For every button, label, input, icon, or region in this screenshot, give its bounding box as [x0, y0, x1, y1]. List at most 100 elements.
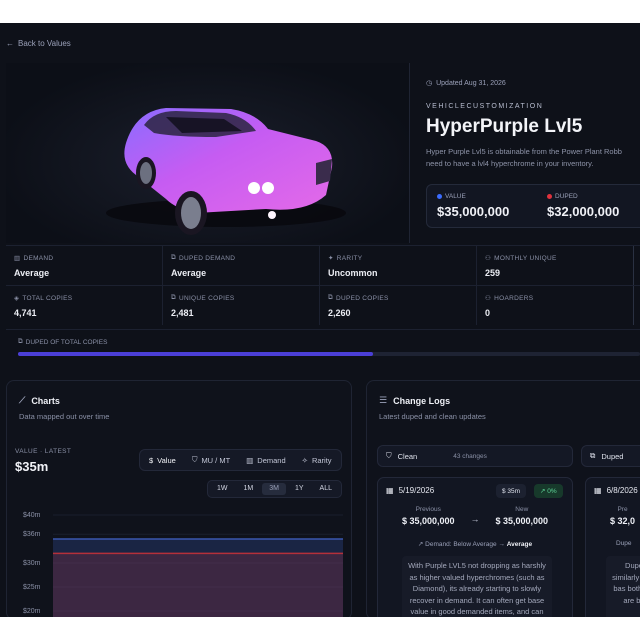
- bar-chart-icon: ▥: [246, 455, 254, 465]
- changelog-title-label: Change Logs: [393, 395, 451, 406]
- stats-row: ◈ TOTAL COPIES 4,741 ⧉ UNIQUE COPIES 2,481…: [6, 285, 640, 325]
- changelog-tabs: ⛉ Clean 43 changes ⧉ Duped: [377, 445, 640, 467]
- previous-label: Previous: [415, 506, 441, 513]
- metric-selector: $ Value ⛉ MU / MT ▥ Demand ✧ Rarity: [139, 449, 342, 471]
- stat-label: DEMAND: [23, 254, 54, 262]
- demand-change: ↗ Demand: Below Average → Average: [378, 540, 572, 548]
- back-link[interactable]: ← Back to Values: [6, 39, 71, 48]
- previous-value: Pre $ 32,0: [610, 506, 635, 526]
- charts-panel: ⟋ Charts Data mapped out over time VALUE…: [6, 380, 352, 617]
- progress-bar-fill: [18, 352, 373, 356]
- changelog-title: ☰ Change Logs: [379, 395, 450, 406]
- progress-bar: [18, 352, 640, 356]
- value-comparison: Pre $ 32,0: [586, 506, 640, 526]
- range-all-button[interactable]: ALL: [313, 483, 339, 495]
- duped-progress: ⧉ DUPED OF TOTAL COPIES: [6, 329, 640, 369]
- arrow-right-icon: →: [470, 514, 480, 524]
- stat-value: 0: [485, 308, 491, 318]
- value-block: VALUE $35,000,000: [437, 193, 509, 219]
- stat-duped-demand: ⧉ DUPED DEMAND Average: [163, 246, 320, 285]
- card-date: ▦ 5/19/2026: [386, 486, 434, 495]
- item-info: ◷ Updated Aug 31, 2026 VEHICLECUSTOMIZAT…: [426, 63, 640, 228]
- stat-label: MONTHLY UNIQUE: [494, 254, 557, 262]
- metric-value-button[interactable]: $ Value: [142, 452, 183, 468]
- y-tick-label: $36m: [23, 531, 41, 538]
- metric-label: Demand: [257, 455, 286, 465]
- card-date-label: 6/8/2026: [606, 486, 638, 495]
- y-tick-label: $20m: [23, 608, 41, 615]
- metric-mu-mt-button[interactable]: ⛉ MU / MT: [185, 452, 237, 468]
- page-frame: ← Back to Values ◷ Updated Aug 31, 2026 …: [0, 23, 640, 617]
- value-chart: $40m $36m $30m $25m $20m: [23, 512, 343, 617]
- latest-value: $35m: [15, 459, 49, 474]
- stat-unique-copies: ⧉ UNIQUE COPIES 2,481: [163, 286, 320, 325]
- change-note: Dupe similarly t get bas both sor are bo: [606, 556, 640, 617]
- back-link-label: Back to Values: [18, 39, 71, 48]
- value-comparison: Previous $ 35,000,000 → New $ 35,000,000: [378, 506, 572, 526]
- bar-chart-icon: ▥: [14, 255, 21, 262]
- stat-label: DUPED COPIES: [335, 294, 389, 302]
- clock-icon: ◷: [426, 80, 433, 87]
- description-line-1: Hyper Purple Lvl5 is obtainable from the…: [426, 147, 622, 156]
- arrow-left-icon: ←: [6, 39, 14, 48]
- stat-value: 4,741: [14, 308, 37, 318]
- stat-value: 259: [485, 268, 501, 278]
- stat-monthly-unique: ⚇ MONTHLY UNIQUE 259: [477, 246, 634, 285]
- previous-amount: $ 35,000,000: [401, 516, 455, 526]
- card-date: ▦ 6/8/2026: [594, 486, 638, 495]
- duped-label: DUPED: [555, 193, 578, 200]
- range-1m-button[interactable]: 1M: [237, 483, 261, 495]
- car-image: [106, 108, 346, 235]
- tab-duped-label: Duped: [601, 451, 624, 461]
- previous-label: Pre: [617, 506, 628, 513]
- copy-icon: ⧉: [328, 294, 333, 301]
- change-pill: ↗ 0%: [534, 484, 563, 498]
- stat-hoarders: ⚇ HOARDERS 0: [477, 286, 634, 325]
- metric-demand-button[interactable]: ▥ Demand: [239, 452, 292, 468]
- metric-label: MU / MT: [201, 455, 231, 465]
- new-amount: $ 35,000,000: [495, 516, 549, 526]
- new-label: New: [515, 506, 529, 513]
- copy-icon: ⧉: [590, 451, 596, 460]
- changelog-card: ▦ 6/8/2026 Pre $ 32,0 Dupe Dupe similarl…: [585, 477, 640, 617]
- shield-icon: ⛉: [386, 451, 392, 460]
- metric-rarity-button[interactable]: ✧ Rarity: [295, 452, 339, 468]
- copy-icon: ⧉: [171, 254, 176, 261]
- demand-new: Average: [506, 541, 533, 548]
- sparkle-icon: ✦: [328, 255, 334, 262]
- tab-duped[interactable]: ⧉ Duped: [581, 445, 640, 467]
- trend-icon: ↗: [417, 541, 424, 548]
- arrow-right-icon: →: [498, 541, 505, 548]
- range-1y-button[interactable]: 1Y: [288, 483, 311, 495]
- charts-subtitle: Data mapped out over time: [19, 412, 110, 421]
- latest-label: VALUE · LATEST: [15, 448, 72, 455]
- stats-row: ▥ DEMAND Average ⧉ DUPED DEMAND Average ✦ R…: [6, 245, 640, 285]
- stat-demand: ▥ DEMAND Average: [6, 246, 163, 285]
- duped-block: DUPED $32,000,000: [547, 193, 619, 219]
- calendar-icon: ▦: [386, 486, 394, 495]
- copy-icon: ⧉: [171, 294, 176, 301]
- duped-dot-icon: [547, 194, 552, 199]
- metric-label: Value: [157, 455, 176, 465]
- y-tick-label: $25m: [23, 584, 41, 591]
- stat-label: DUPED DEMAND: [178, 254, 236, 262]
- copy-icon: ⧉: [18, 338, 23, 345]
- stat-total-copies: ◈ TOTAL COPIES 4,741: [6, 286, 163, 325]
- metric-label: Rarity: [311, 455, 332, 465]
- line-chart-icon: ⟋: [19, 395, 26, 405]
- previous-amount: $ 32,0: [610, 516, 636, 526]
- card-date-label: 5/19/2026: [398, 486, 435, 495]
- stat-value: 2,481: [171, 308, 194, 318]
- stat-rarity: ✦ RARITY Uncommon: [320, 246, 477, 285]
- stats-grid: ▥ DEMAND Average ⧉ DUPED DEMAND Average ✦ R…: [6, 245, 640, 325]
- stat-duped-copies: ⧉ DUPED COPIES 2,260: [320, 286, 477, 325]
- tab-clean[interactable]: ⛉ Clean 43 changes: [377, 445, 573, 467]
- description-line-2: need to have a lvl4 hyperchrome in your …: [426, 159, 594, 168]
- range-3m-button[interactable]: 3M: [262, 483, 286, 495]
- value-box: VALUE $35,000,000 DUPED $32,000,000: [426, 184, 640, 228]
- changelog-panel: ☰ Change Logs Latest duped and clean upd…: [366, 380, 640, 617]
- item-category: VEHICLECUSTOMIZATION: [426, 103, 544, 110]
- value-label: VALUE: [445, 193, 466, 200]
- demand-old: Dupe: [616, 540, 632, 547]
- range-1w-button[interactable]: 1W: [210, 483, 235, 495]
